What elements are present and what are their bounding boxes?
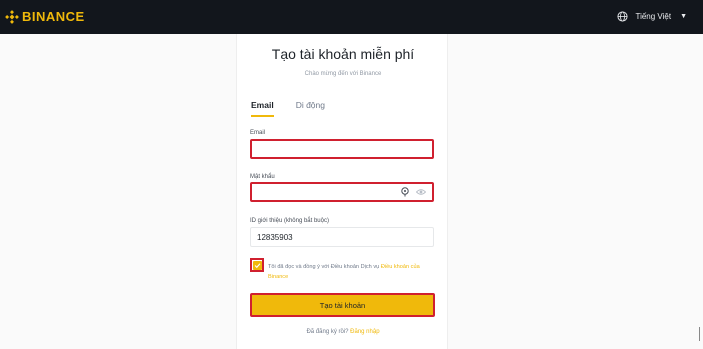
- language-label: Tiếng Việt: [635, 12, 672, 21]
- password-field[interactable]: [250, 182, 434, 202]
- binance-logo[interactable]: BINANCE: [5, 9, 85, 24]
- key-icon[interactable]: [400, 187, 410, 197]
- signup-tabs: Email Di động: [251, 100, 347, 117]
- terms-checkbox[interactable]: [250, 258, 264, 272]
- page-title: Tạo tài khoản miễn phí: [271, 46, 415, 62]
- eye-icon[interactable]: [416, 187, 426, 197]
- signup-card: Tạo tài khoản miễn phí Chào mừng đến với…: [236, 34, 448, 349]
- email-field[interactable]: [250, 139, 434, 159]
- page-subtitle: Chào mừng đến với Binance: [304, 71, 382, 77]
- language-selector[interactable]: Tiếng Việt ▼: [617, 11, 687, 22]
- terms-text: Tôi đã đọc và đồng ý với Điều khoản Dịch…: [268, 262, 438, 282]
- login-link[interactable]: Đăng nhập: [350, 329, 379, 335]
- caret-down-icon: ▼: [680, 13, 687, 20]
- tab-mobile[interactable]: Di động: [296, 100, 325, 117]
- referral-id-field[interactable]: 12835903: [250, 227, 434, 247]
- login-prompt: Đã đăng ký rồi? Đăng nhập: [237, 329, 449, 335]
- check-icon: [254, 262, 260, 268]
- create-account-button[interactable]: Tạo tài khoản: [250, 293, 435, 317]
- scrollbar[interactable]: [699, 327, 700, 341]
- top-bar: BINANCE Tiếng Việt ▼: [0, 0, 703, 34]
- referral-label: ID giới thiệu (không bắt buộc): [250, 218, 329, 224]
- checkbox-check: [252, 260, 262, 270]
- login-prompt-text: Đã đăng ký rồi?: [306, 329, 351, 335]
- password-label: Mật khẩu: [250, 174, 275, 180]
- terms-body: Tôi đã đọc và đồng ý với Điều khoản Dịch…: [268, 264, 381, 270]
- binance-logo-icon: [5, 9, 19, 24]
- password-icons: [394, 187, 426, 197]
- tab-email[interactable]: Email: [251, 100, 274, 117]
- globe-icon: [617, 11, 629, 22]
- email-label: Email: [250, 130, 266, 136]
- brand-name: BINANCE: [22, 9, 85, 24]
